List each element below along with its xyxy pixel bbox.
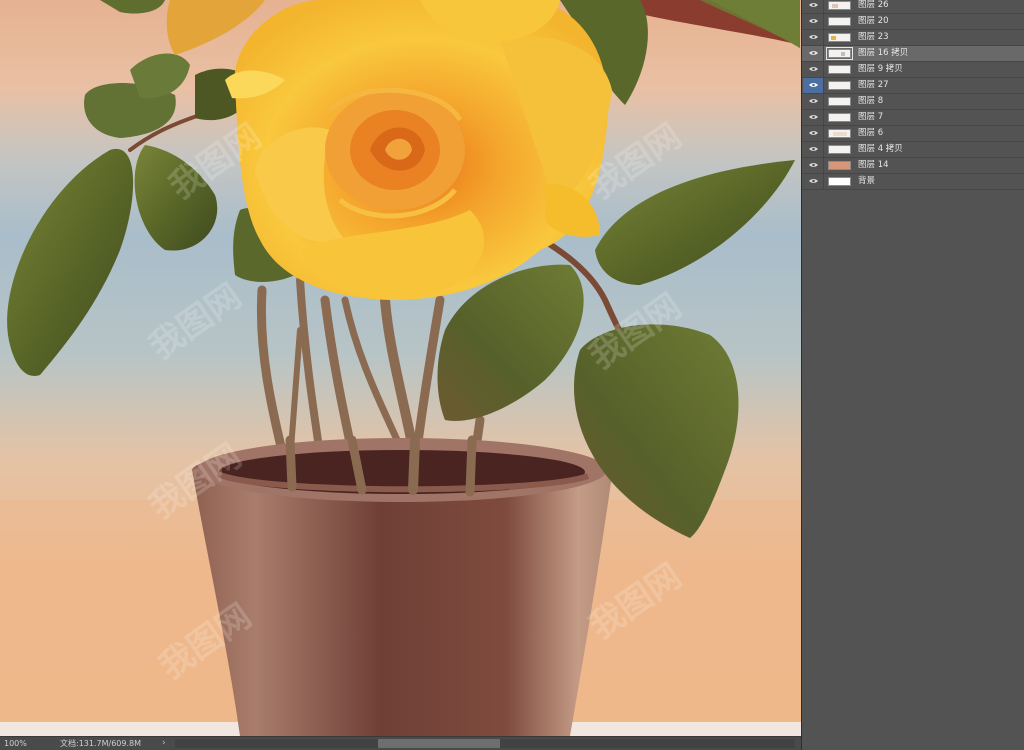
chevron-right-icon[interactable]: › xyxy=(162,737,166,749)
visibility-toggle[interactable] xyxy=(803,78,824,93)
visibility-toggle[interactable] xyxy=(803,46,824,61)
layers-panel: 图层 26 图层 20 图层 23 图层 16 拷贝 图层 9 拷贝 图层 27… xyxy=(801,0,1024,750)
layer-name: 图层 27 xyxy=(858,80,889,90)
horizontal-scrollbar[interactable] xyxy=(175,739,795,748)
layer-row[interactable]: 图层 8 xyxy=(802,94,1024,110)
layer-thumbnail xyxy=(828,129,851,138)
layer-thumbnail xyxy=(828,113,851,122)
artwork: 我图网 我图网 我图网 我图网 我图网 我图网 我图网 xyxy=(0,0,801,736)
eye-icon xyxy=(809,51,818,55)
layer-name: 背景 xyxy=(858,176,876,186)
layer-name: 图层 26 xyxy=(858,0,889,10)
layer-thumbnail xyxy=(828,65,851,74)
visibility-toggle[interactable] xyxy=(803,110,824,125)
eye-icon xyxy=(809,3,818,7)
layer-thumbnail xyxy=(828,145,851,154)
layer-thumbnail xyxy=(828,81,851,90)
layer-name: 图层 20 xyxy=(858,16,889,26)
layer-row[interactable]: 图层 26 xyxy=(802,0,1024,14)
visibility-toggle[interactable] xyxy=(803,126,824,141)
layer-thumbnail xyxy=(828,17,851,26)
status-bar: 100% 文档:131.7M/609.8M › xyxy=(0,736,801,750)
visibility-toggle[interactable] xyxy=(803,0,824,13)
layer-row[interactable]: 图层 7 xyxy=(802,110,1024,126)
eye-icon xyxy=(809,83,818,87)
document-canvas[interactable]: 我图网 我图网 我图网 我图网 我图网 我图网 我图网 xyxy=(0,0,801,736)
eye-icon xyxy=(809,67,818,71)
document-size: 文档:131.7M/609.8M xyxy=(60,739,141,748)
layer-thumbnail xyxy=(828,97,851,106)
visibility-toggle[interactable] xyxy=(803,94,824,109)
layer-name: 图层 14 xyxy=(858,160,889,170)
layer-row[interactable]: 图层 9 拷贝 xyxy=(802,62,1024,78)
photoshop-window: 我图网 我图网 我图网 我图网 我图网 我图网 我图网 100% 文档:131.… xyxy=(0,0,1024,750)
layer-thumbnail xyxy=(828,33,851,42)
layer-row[interactable]: 图层 14 xyxy=(802,158,1024,174)
layer-name: 图层 16 拷贝 xyxy=(858,48,909,58)
layer-row[interactable]: 图层 4 拷贝 xyxy=(802,142,1024,158)
eye-icon xyxy=(809,163,818,167)
eye-icon xyxy=(809,115,818,119)
visibility-toggle[interactable] xyxy=(803,62,824,77)
layer-name: 图层 4 拷贝 xyxy=(858,144,903,154)
visibility-toggle[interactable] xyxy=(803,174,824,189)
layer-row[interactable]: 图层 20 xyxy=(802,14,1024,30)
visibility-toggle[interactable] xyxy=(803,158,824,173)
layer-name: 图层 9 拷贝 xyxy=(858,64,903,74)
layer-thumbnail xyxy=(828,161,851,170)
layer-name: 图层 23 xyxy=(858,32,889,42)
eye-icon xyxy=(809,147,818,151)
layer-row[interactable]: 图层 6 xyxy=(802,126,1024,142)
layer-row[interactable]: 背景 xyxy=(802,174,1024,190)
zoom-level[interactable]: 100% xyxy=(4,738,38,749)
layer-name: 图层 8 xyxy=(858,96,884,106)
visibility-toggle[interactable] xyxy=(803,14,824,29)
scrollbar-thumb[interactable] xyxy=(378,739,500,748)
visibility-toggle[interactable] xyxy=(803,30,824,45)
layer-thumbnail xyxy=(828,177,851,186)
eye-icon xyxy=(809,179,818,183)
eye-icon xyxy=(809,35,818,39)
layer-name: 图层 6 xyxy=(858,128,884,138)
eye-icon xyxy=(809,131,818,135)
eye-icon xyxy=(809,19,818,23)
layer-thumbnail xyxy=(826,47,853,60)
flower-pot xyxy=(192,438,612,736)
visibility-toggle[interactable] xyxy=(803,142,824,157)
layer-name: 图层 7 xyxy=(858,112,884,122)
layer-row[interactable]: 图层 23 xyxy=(802,30,1024,46)
eye-icon xyxy=(809,99,818,103)
layer-thumbnail xyxy=(828,1,851,10)
layer-row[interactable]: 图层 27 xyxy=(802,78,1024,94)
layer-row-selected[interactable]: 图层 16 拷贝 xyxy=(802,46,1024,62)
